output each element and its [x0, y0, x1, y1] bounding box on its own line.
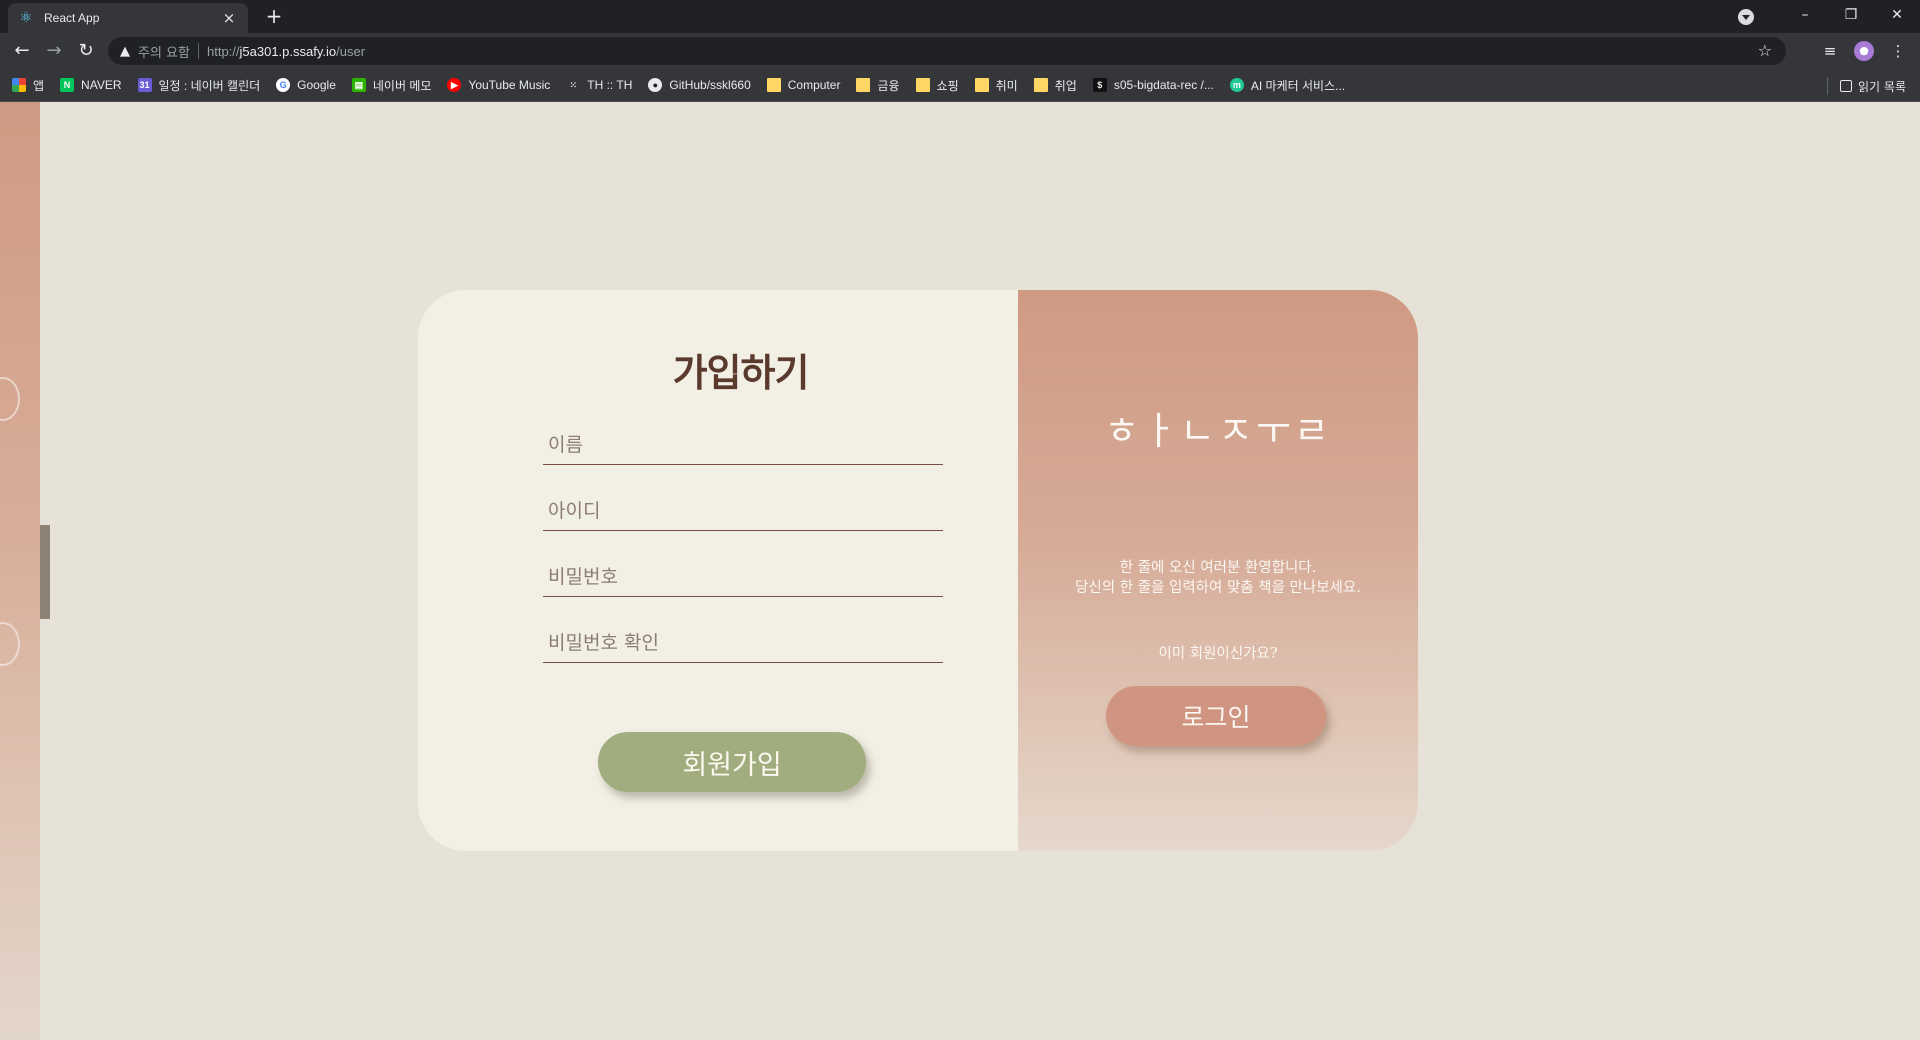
apps-icon: [12, 78, 26, 92]
signup-panel: 가입하기 회원가입: [418, 290, 1018, 851]
security-warning-label[interactable]: 주의 요함: [138, 42, 190, 61]
bookmark-label: s05-bigdata-rec /...: [1113, 78, 1214, 92]
close-window-button[interactable]: ✕: [1874, 0, 1920, 33]
flower-decoration: [0, 377, 20, 421]
bookmark-label: Google: [297, 78, 336, 92]
window-controls: – ❐ ✕: [1738, 0, 1920, 33]
scrollbar-thumb[interactable]: [40, 525, 50, 619]
address-bar[interactable]: ▲ 주의 요함 http:// j5a301.p.ssafy.io /user …: [108, 37, 1786, 65]
password-confirm-input[interactable]: [543, 623, 943, 663]
reading-list-label: 읽기 목록: [1858, 79, 1906, 94]
m-icon: m: [1229, 78, 1244, 92]
memo-icon: ▤: [351, 78, 366, 92]
url-scheme: http://: [206, 43, 240, 59]
url-path: /user: [336, 43, 366, 59]
browser-tab-active[interactable]: ⚛ React App ×: [8, 3, 248, 33]
react-icon: ⚛: [19, 10, 33, 26]
login-panel: ㅎㅏㄴㅈㅜㄹ 한 줄에 오신 여러분 환영합니다. 당신의 한 줄을 입력하여 …: [1018, 290, 1418, 851]
bookmark-label: GitHub/sskl660: [669, 78, 751, 92]
bookmark-label: Computer: [787, 78, 841, 92]
tab-close-icon[interactable]: ×: [220, 9, 238, 27]
id-input[interactable]: [543, 491, 943, 531]
th-icon: ⁙: [569, 80, 578, 90]
reload-button[interactable]: ↻: [74, 39, 98, 63]
bookmark-label: 일정 : 네이버 캘린더: [158, 78, 261, 93]
back-button[interactable]: ←: [10, 39, 34, 63]
bookmark-naver[interactable]: N NAVER: [60, 78, 122, 92]
bookmark-label: NAVER: [81, 78, 122, 92]
browser-toolbar: ← → ↻ ▲ 주의 요함 http:// j5a301.p.ssafy.io …: [0, 33, 1920, 69]
bookmark-label: 네이버 메모: [372, 78, 432, 93]
signup-button[interactable]: 회원가입: [598, 732, 866, 792]
welcome-line-1: 한 줄에 오신 여러분 환영합니다.: [1119, 560, 1317, 576]
name-input[interactable]: [543, 425, 943, 465]
password-input[interactable]: [543, 557, 943, 597]
bookmark-naver-memo[interactable]: ▤ 네이버 메모: [351, 77, 432, 94]
welcome-line-2: 당신의 한 줄을 입력하여 맞춤 책을 만나보세요.: [1075, 580, 1361, 596]
bookmark-label: YouTube Music: [468, 78, 551, 92]
bookmark-star-icon[interactable]: ☆: [1758, 41, 1772, 60]
google-icon: G: [276, 78, 291, 92]
tab-title: React App: [44, 11, 100, 25]
bookmark-folder-hobby[interactable]: 취미: [974, 77, 1018, 94]
reading-list-icon: [1840, 80, 1853, 92]
bookmark-label: 취업: [1054, 78, 1077, 93]
restore-button[interactable]: ❐: [1828, 0, 1874, 33]
bookmarks-divider: [1827, 77, 1829, 95]
folder-icon: [974, 78, 989, 92]
brand-logo: ㅎㅏㄴㅈㅜㄹ: [1104, 409, 1332, 453]
bookmark-google[interactable]: G Google: [276, 78, 336, 92]
bookmark-label: TH :: TH: [587, 78, 633, 92]
welcome-message: 한 줄에 오신 여러분 환영합니다. 당신의 한 줄을 입력하여 맞춤 책을 만…: [1018, 558, 1418, 598]
bookmark-label: 금융: [877, 78, 900, 93]
new-tab-button[interactable]: +: [262, 5, 286, 29]
bookmark-label: 쇼핑: [936, 78, 959, 93]
folder-icon: [1033, 78, 1048, 92]
bookmark-youtube-music[interactable]: ▶ YouTube Music: [447, 78, 550, 92]
bookmark-folder-jobs[interactable]: 취업: [1033, 77, 1077, 94]
calendar-icon: 31: [137, 78, 152, 92]
bookmark-apps[interactable]: 앱: [12, 77, 44, 94]
login-button[interactable]: 로그인: [1106, 686, 1326, 746]
reading-list[interactable]: 읽기 목록: [1827, 77, 1906, 95]
forward-button[interactable]: →: [42, 39, 66, 63]
bookmark-s05-bigdata[interactable]: $ s05-bigdata-rec /...: [1092, 78, 1214, 92]
media-controls-icon[interactable]: ≡: [1820, 42, 1840, 60]
toolbar-actions: ≡ ● ⋮: [1820, 33, 1920, 69]
page-viewport: 가입하기 회원가입 ㅎㅏㄴㅈㅜㄹ 한 줄에 오신 여러분 환영합니다. 당신의 …: [0, 102, 1920, 1040]
auth-card: 가입하기 회원가입 ㅎㅏㄴㅈㅜㄹ 한 줄에 오신 여러분 환영합니다. 당신의 …: [418, 290, 1418, 851]
bookmarks-bar: 앱 N NAVER 31 일정 : 네이버 캘린더 G Google ▤ 네이버 메모 …: [0, 69, 1920, 102]
flower-decoration: [0, 622, 20, 666]
profile-avatar[interactable]: ●: [1854, 41, 1874, 61]
bookmark-label: AI 마케터 서비스...: [1250, 78, 1346, 93]
url-host: j5a301.p.ssafy.io: [239, 43, 337, 59]
menu-kebab-icon[interactable]: ⋮: [1888, 42, 1908, 60]
folder-icon: [856, 78, 871, 92]
terminal-icon: $: [1092, 78, 1107, 92]
bookmark-folder-shopping[interactable]: 쇼핑: [915, 77, 959, 94]
bookmark-github[interactable]: ● GitHub/sskl660: [648, 78, 751, 92]
folder-icon: [915, 78, 930, 92]
naver-icon: N: [60, 78, 75, 92]
omnibox-divider: [197, 43, 199, 59]
warning-icon[interactable]: ▲: [120, 44, 130, 59]
bookmark-folder-computer[interactable]: Computer: [766, 78, 841, 92]
bookmark-th[interactable]: ⁙ TH :: TH: [566, 78, 632, 92]
side-decoration-strip: [0, 102, 40, 1040]
tab-search-icon[interactable]: [1738, 8, 1754, 25]
github-icon: ●: [648, 78, 663, 92]
signup-title: 가입하기: [672, 351, 810, 395]
youtube-music-icon: ▶: [447, 78, 462, 92]
folder-icon: [766, 78, 781, 92]
bookmark-naver-calendar[interactable]: 31 일정 : 네이버 캘린더: [137, 77, 261, 94]
bookmark-label: 취미: [995, 78, 1018, 93]
minimize-button[interactable]: –: [1782, 0, 1828, 33]
already-member-text: 이미 회원이신가요?: [1158, 646, 1278, 662]
bookmark-label: 앱: [33, 78, 45, 93]
bookmark-ai-marketer[interactable]: m AI 마케터 서비스...: [1229, 77, 1346, 94]
bookmark-folder-finance[interactable]: 금융: [856, 77, 900, 94]
browser-tab-strip: ⚛ React App × + – ❐ ✕: [0, 0, 1920, 33]
